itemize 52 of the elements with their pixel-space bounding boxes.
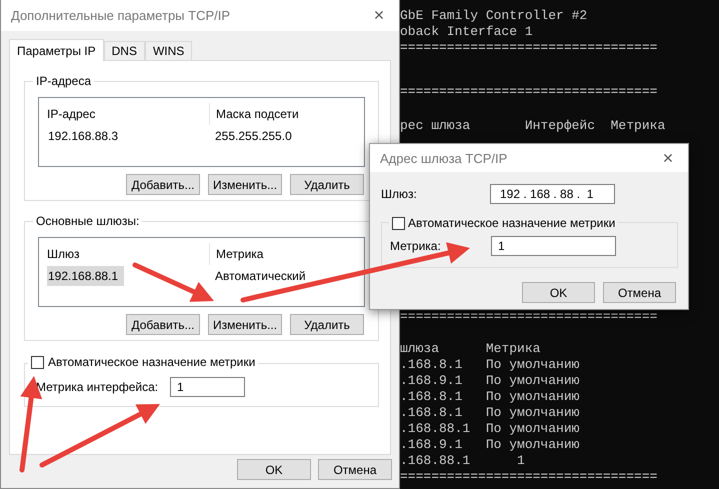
dialog-button[interactable]: Отмена <box>603 282 676 303</box>
list-cell[interactable]: Автоматический <box>209 266 364 286</box>
list-cell[interactable]: 192.168.88.3 <box>47 126 124 146</box>
console-line: ================================= <box>400 84 658 99</box>
dialog-button[interactable]: OK <box>522 282 595 303</box>
console-line: .168.9.1 По умолчанию <box>400 373 580 388</box>
dialog-button[interactable]: Отмена <box>318 459 392 480</box>
console-line: oback Interface 1 <box>400 24 533 39</box>
field-label: Шлюз: <box>381 187 418 201</box>
console-line: ================================= <box>400 469 658 484</box>
console-line: .168.88.1 По умолчанию <box>400 421 580 436</box>
metric-field[interactable]: 1 <box>170 377 245 397</box>
close-button[interactable]: × <box>648 148 688 168</box>
auto-metric-checkbox[interactable]: Автоматическое назначение метрики <box>28 355 258 369</box>
console-line: ================================= <box>400 309 658 324</box>
metric-field[interactable]: 1 <box>491 236 616 256</box>
console-line: GbE Family Controller #2 <box>400 8 588 23</box>
close-button[interactable]: × <box>359 5 399 26</box>
tab[interactable]: Параметры IP <box>9 39 104 61</box>
auto-metric-checkbox[interactable]: Автоматическое назначение метрики <box>389 216 618 230</box>
list-button[interactable]: Изменить... <box>208 174 282 195</box>
field-label: Метрика: <box>390 239 442 253</box>
console-line: .168.8.1 По умолчанию <box>400 357 580 372</box>
column-header[interactable]: Шлюз <box>47 243 209 265</box>
tab[interactable]: DNS <box>104 41 145 60</box>
console-line: .168.8.1 По умолчанию <box>400 389 580 404</box>
console-line: .168.88.1 1 <box>400 453 525 468</box>
group-title: IP-адреса <box>33 74 94 88</box>
checkbox[interactable] <box>392 216 405 230</box>
group-title: Основные шлюзы: <box>33 214 142 228</box>
column-header[interactable]: Метрика <box>209 243 364 265</box>
console-line: .168.9.1 По умолчанию <box>400 437 580 452</box>
window-title: Дополнительные параметры TCP/IP <box>11 8 230 23</box>
window-title: Адрес шлюза TCP/IP <box>380 150 508 166</box>
list-button[interactable]: Изменить... <box>208 314 282 335</box>
list-button[interactable]: Добавить... <box>126 314 200 335</box>
checkbox[interactable] <box>31 356 44 368</box>
console-line: .168.8.1 По умолчанию <box>400 405 580 420</box>
list-button[interactable]: Добавить... <box>126 174 200 195</box>
column-header[interactable]: IP-адрес <box>47 103 209 125</box>
field-label: Метрика интерфейса: <box>36 380 160 394</box>
gateway-address-field[interactable]: 192 . 168 . 88 . 1 <box>490 184 615 204</box>
tab[interactable]: WINS <box>144 41 192 60</box>
column-header[interactable]: Маска подсети <box>209 103 364 125</box>
console-line: рес шлюза Интерфейс Метрика <box>400 118 666 133</box>
list-cell[interactable]: 192.168.88.1 <box>47 266 124 286</box>
list-button[interactable]: Удалить <box>290 174 364 195</box>
list-button[interactable]: Удалить <box>290 314 364 335</box>
console-line: шлюза Метрика <box>400 341 540 356</box>
list-cell[interactable]: 255.255.255.0 <box>209 126 364 146</box>
console-line: ================================= <box>400 40 658 55</box>
dialog-button[interactable]: OK <box>237 459 311 480</box>
